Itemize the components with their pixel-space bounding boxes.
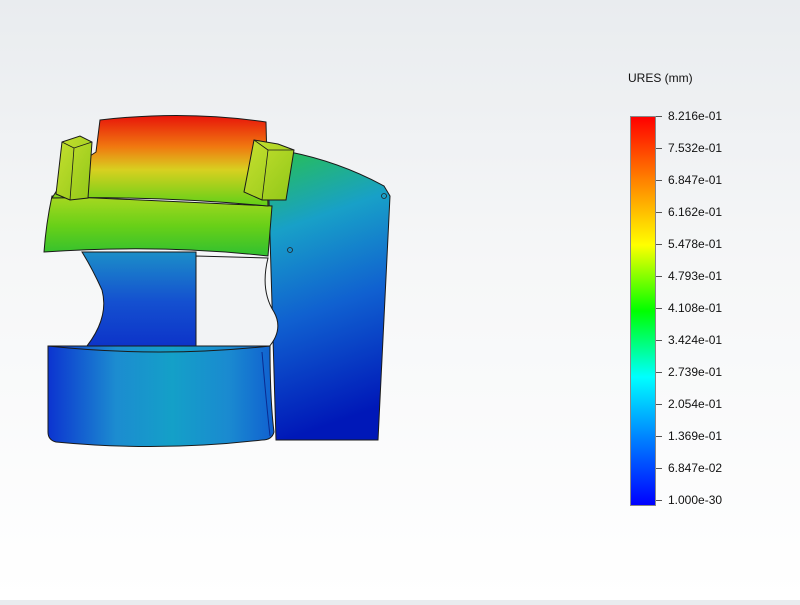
legend-tick-label: 5.478e-01: [668, 237, 723, 251]
legend-tick-mark: [656, 436, 662, 437]
legend-tick-label: 1.000e-30: [668, 493, 723, 507]
window-opening: [195, 255, 279, 351]
legend-tick-mark: [656, 404, 662, 405]
legend-tick-label: 2.054e-01: [668, 397, 723, 411]
bottom-band: [47, 345, 275, 448]
legend-tick-mark: [656, 212, 662, 213]
middle-plate: [80, 251, 197, 353]
legend-tick-label: 8.216e-01: [668, 109, 723, 123]
legend-tick-mark: [656, 116, 662, 117]
legend-tick-mark: [656, 340, 662, 341]
legend-tick-label: 4.793e-01: [668, 269, 723, 283]
legend-tick-mark: [656, 468, 662, 469]
legend-tick-mark: [656, 244, 662, 245]
legend-tick-mark: [656, 180, 662, 181]
legend-tick-label: 2.739e-01: [668, 365, 723, 379]
displacement-model[interactable]: [0, 0, 800, 600]
legend-tick-label: 6.162e-01: [668, 205, 723, 219]
legend-tick-label: 1.369e-01: [668, 429, 723, 443]
legend-tick-label: 6.847e-01: [668, 173, 723, 187]
fea-viewport[interactable]: [0, 0, 800, 600]
legend-tick-label: 6.847e-02: [668, 461, 723, 475]
legend-tick-label: 7.532e-01: [668, 141, 723, 155]
legend-tick-mark: [656, 148, 662, 149]
left-block: [55, 135, 93, 201]
legend-tick-mark: [656, 308, 662, 309]
legend-color-bar: [630, 116, 656, 506]
legend-tick-mark: [656, 500, 662, 501]
legend-tick-label: 3.424e-01: [668, 333, 723, 347]
legend-tick-mark: [656, 372, 662, 373]
legend-tick-label: 4.108e-01: [668, 301, 723, 315]
legend-title: URES (mm): [628, 71, 693, 85]
legend-tick-mark: [656, 276, 662, 277]
top-flange: [43, 195, 273, 257]
